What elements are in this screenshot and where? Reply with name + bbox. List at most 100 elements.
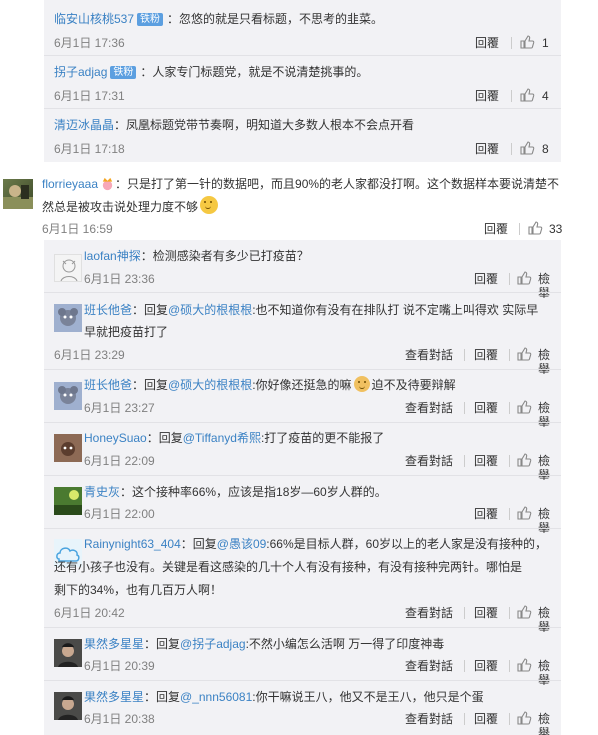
report-button[interactable]: 檢舉 [538, 507, 561, 535]
view-conversation-button[interactable]: 查看對話 [405, 712, 453, 726]
username[interactable]: 临安山核桃537 [54, 12, 134, 26]
thumbs-up-icon[interactable] [519, 140, 535, 156]
avatar[interactable] [54, 639, 82, 667]
username[interactable]: laofan神探 [84, 249, 141, 263]
like-count: 8 [542, 142, 549, 156]
reply-body: :你干嘛说王八，他又不是王八，他只是个蛋 [252, 690, 484, 704]
report-button[interactable]: 檢舉 [538, 659, 561, 687]
divider [509, 455, 510, 467]
reply-button[interactable]: 回覆 [475, 89, 499, 103]
view-conversation-button[interactable]: 查看對話 [405, 401, 453, 415]
mention-link[interactable]: @硕大的根根根 [168, 303, 252, 317]
reply-button[interactable]: 回覆 [475, 142, 499, 156]
thumbs-up-icon[interactable] [516, 710, 532, 726]
reply-button[interactable]: 回覆 [474, 272, 498, 286]
thumbs-up-icon[interactable] [516, 505, 532, 521]
username[interactable]: 清迈冰晶晶 [54, 118, 114, 132]
comment-text: 清迈冰晶晶：凤凰标题党带节奏啊，明知道大多数人根本不会点开看 [54, 113, 414, 137]
reply-text: Rainynight63_404：回复@愚该09:66%是目标人群，60岁以上的… [84, 537, 547, 551]
separator [44, 528, 561, 529]
mention-link[interactable]: @_nnn56081 [180, 690, 252, 704]
report-button[interactable]: 檢舉 [538, 712, 561, 735]
reply-button[interactable]: 回覆 [474, 712, 498, 726]
timestamp: 6月1日 22:09 [84, 454, 155, 468]
view-conversation-button[interactable]: 查看對話 [405, 659, 453, 673]
mention-link[interactable]: @硕大的根根根 [168, 378, 252, 392]
comment-body: ：凤凰标题党带节奏啊，明知道大多数人根本不会点开看 [114, 118, 415, 132]
report-button[interactable]: 檢舉 [538, 454, 561, 482]
comment-body: ：人家专门标题党，就是不说清楚挑事的。 [140, 65, 369, 79]
report-button[interactable]: 檢舉 [538, 272, 561, 300]
divider [464, 660, 465, 672]
username[interactable]: 班长他爸 [84, 378, 132, 392]
divider [464, 402, 465, 414]
timestamp: 6月1日 17:36 [54, 36, 125, 50]
avatar[interactable] [54, 254, 82, 282]
username[interactable]: 班长他爸 [84, 303, 132, 317]
thumbs-up-icon[interactable] [516, 657, 532, 673]
comment-text: florrieyaaa ：只是打了第一针的数据吧，而且90%的老人家都没打啊。这个… [42, 172, 559, 196]
reply-button[interactable]: 回覆 [474, 348, 498, 362]
reply-text: 青史灰：这个接种率66%，应该是指18岁—60岁人群的。 [84, 480, 387, 504]
avatar[interactable] [3, 179, 33, 209]
reply-body: ：这个接种率66%，应该是指18岁—60岁人群的。 [120, 485, 387, 499]
reply-text-line3: 剩下的34%，也有几百万人啊！ [54, 583, 223, 597]
reply-button[interactable]: 回覆 [475, 36, 499, 50]
thumbs-up-icon[interactable] [519, 34, 535, 50]
mention-link[interactable]: @愚该09 [217, 537, 267, 551]
mention-link[interactable]: @拐子adjag [180, 637, 246, 651]
comment-body: ：只是打了第一针的数据吧，而且90%的老人家都没打啊。这个数据样本要说清楚不 [115, 177, 560, 191]
avatar[interactable] [54, 692, 82, 720]
timestamp: 6月1日 20:39 [84, 659, 155, 673]
divider [464, 607, 465, 619]
thumbs-up-icon[interactable] [516, 399, 532, 415]
reply-button[interactable]: 回覆 [474, 606, 498, 620]
like-count: 4 [542, 89, 549, 103]
username[interactable]: 果然多星星 [84, 637, 144, 651]
username[interactable]: 拐子adjag [54, 65, 107, 79]
reply-text: 果然多星星：回复@拐子adjag:不然小编怎么活啊 万一得了印度神毒 [84, 637, 445, 651]
reply-text: laofan神探：检测感染者有多少已打疫苗？ [84, 244, 309, 268]
thumbs-up-icon[interactable] [516, 270, 532, 286]
avatar[interactable] [54, 304, 82, 332]
view-conversation-button[interactable]: 查看對話 [405, 348, 453, 362]
reply-text: HoneySuao：回复@Tiffanyd希熙:打了疫苗的更不能报了 [84, 431, 385, 445]
reply-button[interactable]: 回覆 [474, 401, 498, 415]
report-button[interactable]: 檢舉 [538, 401, 561, 429]
thumbs-up-icon[interactable] [519, 87, 535, 103]
view-conversation-button[interactable]: 查看對話 [405, 454, 453, 468]
timestamp: 6月1日 23:27 [84, 401, 155, 415]
username[interactable]: 青史灰 [84, 485, 120, 499]
mention-link[interactable]: @Tiffanyd希熙 [183, 431, 261, 445]
comment-text: 临安山核桃537 铁粉 ：忽悠的就是只看标题，不思考的韭菜。 [54, 7, 383, 31]
reply-button[interactable]: 回覆 [474, 507, 498, 521]
divider [509, 349, 510, 361]
divider [511, 90, 512, 102]
reply-body: :打了疫苗的更不能报了 [260, 431, 385, 445]
reply-button[interactable]: 回覆 [474, 454, 498, 468]
crown-badge-icon [102, 177, 113, 191]
divider [509, 273, 510, 285]
avatar[interactable] [54, 487, 82, 515]
username[interactable]: HoneySuao [84, 431, 147, 445]
username[interactable]: florrieyaaa [42, 177, 98, 191]
thumbs-up-icon[interactable] [516, 604, 532, 620]
like-count: 1 [542, 36, 549, 50]
username[interactable]: 果然多星星 [84, 690, 144, 704]
thumbs-up-icon[interactable] [527, 220, 543, 236]
reply-text-line2: 早就把疫苗打了 [84, 325, 169, 339]
thumbs-up-icon[interactable] [516, 452, 532, 468]
username[interactable]: Rainynight63_404 [84, 537, 181, 551]
report-button[interactable]: 檢舉 [538, 606, 561, 634]
report-button[interactable]: 檢舉 [538, 348, 561, 376]
comment-body: ：忽悠的就是只看标题，不思考的韭菜。 [167, 12, 384, 26]
reply-button[interactable]: 回覆 [484, 222, 508, 236]
divider [509, 607, 510, 619]
thumbs-up-icon[interactable] [516, 346, 532, 362]
reply-button[interactable]: 回覆 [474, 659, 498, 673]
view-conversation-button[interactable]: 查看對話 [405, 606, 453, 620]
avatar[interactable] [54, 434, 82, 462]
top-replies-panel: 临安山核桃537 铁粉 ：忽悠的就是只看标题，不思考的韭菜。 6月1日 17:36 … [44, 0, 561, 162]
avatar[interactable] [54, 382, 82, 410]
reply-text: 班长他爸：回复@硕大的根根根:也不知道你有没有在排队打 说不定嘴上叫得欢 实际早 [84, 303, 539, 317]
